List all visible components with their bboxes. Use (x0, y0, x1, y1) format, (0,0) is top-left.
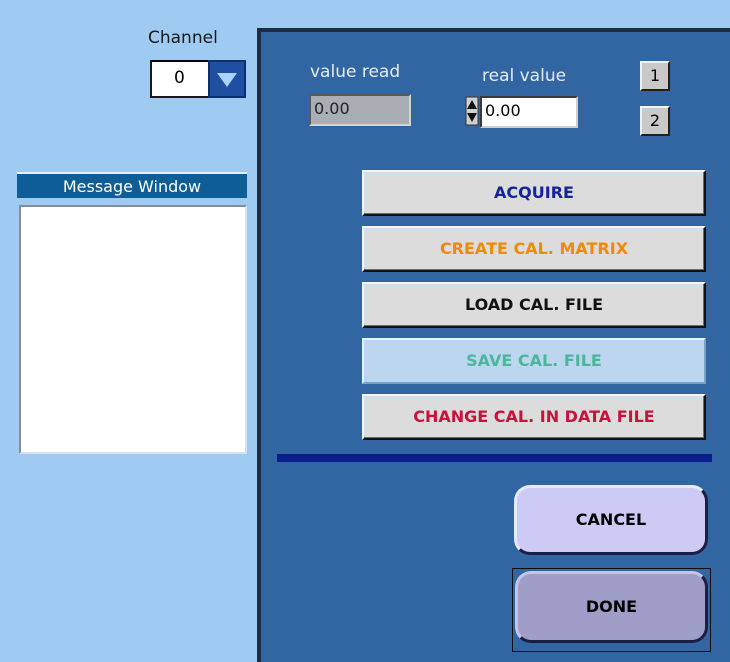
acquire-button[interactable]: ACQUIRE (362, 170, 706, 216)
up-down-arrows-icon (465, 96, 479, 126)
load-cal-file-button[interactable]: LOAD CAL. FILE (362, 282, 706, 328)
save-cal-file-button[interactable]: SAVE CAL. FILE (362, 338, 706, 384)
real-value-spinner[interactable] (465, 96, 479, 126)
channel-select[interactable]: 0 (150, 60, 246, 98)
real-value-label: real value (482, 66, 567, 86)
change-cal-in-data-file-button[interactable]: CHANGE CAL. IN DATA FILE (362, 394, 706, 440)
message-window[interactable] (19, 205, 247, 454)
divider (277, 454, 712, 462)
channel-value: 0 (174, 68, 185, 88)
cancel-button[interactable]: CANCEL (514, 485, 708, 555)
chevron-down-icon (217, 73, 237, 87)
value-read-label: value read (310, 62, 401, 82)
message-window-title: Message Window (17, 172, 247, 198)
button-2[interactable]: 2 (640, 106, 670, 136)
real-value-input[interactable]: 0.00 (480, 96, 578, 128)
channel-label: Channel (148, 28, 218, 48)
create-cal-matrix-button[interactable]: CREATE CAL. MATRIX (362, 226, 706, 272)
button-1[interactable]: 1 (640, 61, 670, 91)
value-read-field: 0.00 (309, 94, 411, 126)
done-button[interactable]: DONE (515, 571, 708, 643)
channel-dropdown-button[interactable] (208, 60, 246, 98)
